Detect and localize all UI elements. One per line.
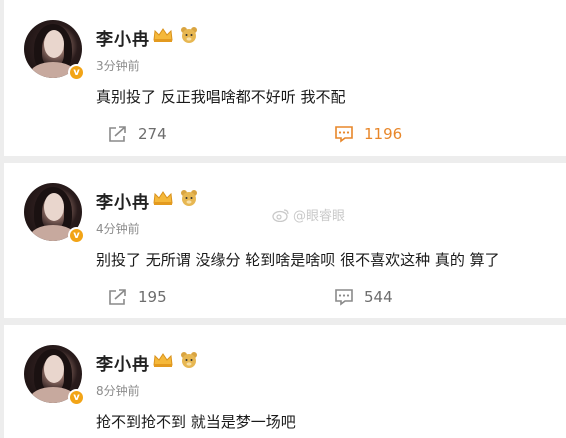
comment-button[interactable]: 544 xyxy=(334,285,393,309)
share-button[interactable]: 274 xyxy=(108,122,167,146)
comment-button[interactable]: 1196 xyxy=(334,122,402,146)
username[interactable]: 李小冉 xyxy=(96,25,150,50)
crown-icon xyxy=(153,191,173,205)
share-button[interactable]: 195 xyxy=(108,285,167,309)
share-count: 195 xyxy=(138,288,167,306)
share-icon xyxy=(109,289,126,305)
comment-count: 544 xyxy=(364,288,393,306)
crown-icon xyxy=(153,353,173,367)
weibo-post: v 李小冉 @眼睿眼 4分钟前 别投了 无所谓 没缘分 轮到啥是啥呗 很不喜欢这… xyxy=(4,163,566,318)
watermark: @眼睿眼 xyxy=(272,205,345,224)
weibo-post: v 李小冉 8分钟前 抢不到抢不到 就当是梦一场吧 xyxy=(4,325,566,438)
weibo-post: v 李小冉 3分钟前 真别投了 反正我唱啥都不好听 我不配 274 1196 xyxy=(4,0,566,156)
bear-icon xyxy=(181,27,197,43)
comment-count: 1196 xyxy=(364,125,403,143)
weibo-icon xyxy=(272,208,289,222)
verified-badge-icon: v xyxy=(68,389,85,406)
verified-badge-icon: v xyxy=(68,227,85,244)
username[interactable]: 李小冉 xyxy=(96,188,150,213)
post-time: 3分钟前 xyxy=(96,59,140,73)
comment-icon xyxy=(335,126,353,143)
username[interactable]: 李小冉 xyxy=(96,350,150,375)
crown-icon xyxy=(153,28,173,42)
post-time: 8分钟前 xyxy=(96,384,140,398)
share-count: 274 xyxy=(138,125,167,143)
watermark-text: @眼睿眼 xyxy=(293,209,346,224)
post-content: 别投了 无所谓 没缘分 轮到啥是啥呗 很不喜欢这种 真的 算了 xyxy=(96,251,500,269)
post-content: 抢不到抢不到 就当是梦一场吧 xyxy=(96,413,296,431)
comment-icon xyxy=(335,289,353,306)
share-icon xyxy=(109,126,126,142)
bear-icon xyxy=(181,190,197,206)
post-time: 4分钟前 xyxy=(96,222,140,236)
verified-badge-icon: v xyxy=(68,64,85,81)
post-content: 真别投了 反正我唱啥都不好听 我不配 xyxy=(96,88,346,106)
bear-icon xyxy=(181,352,197,368)
